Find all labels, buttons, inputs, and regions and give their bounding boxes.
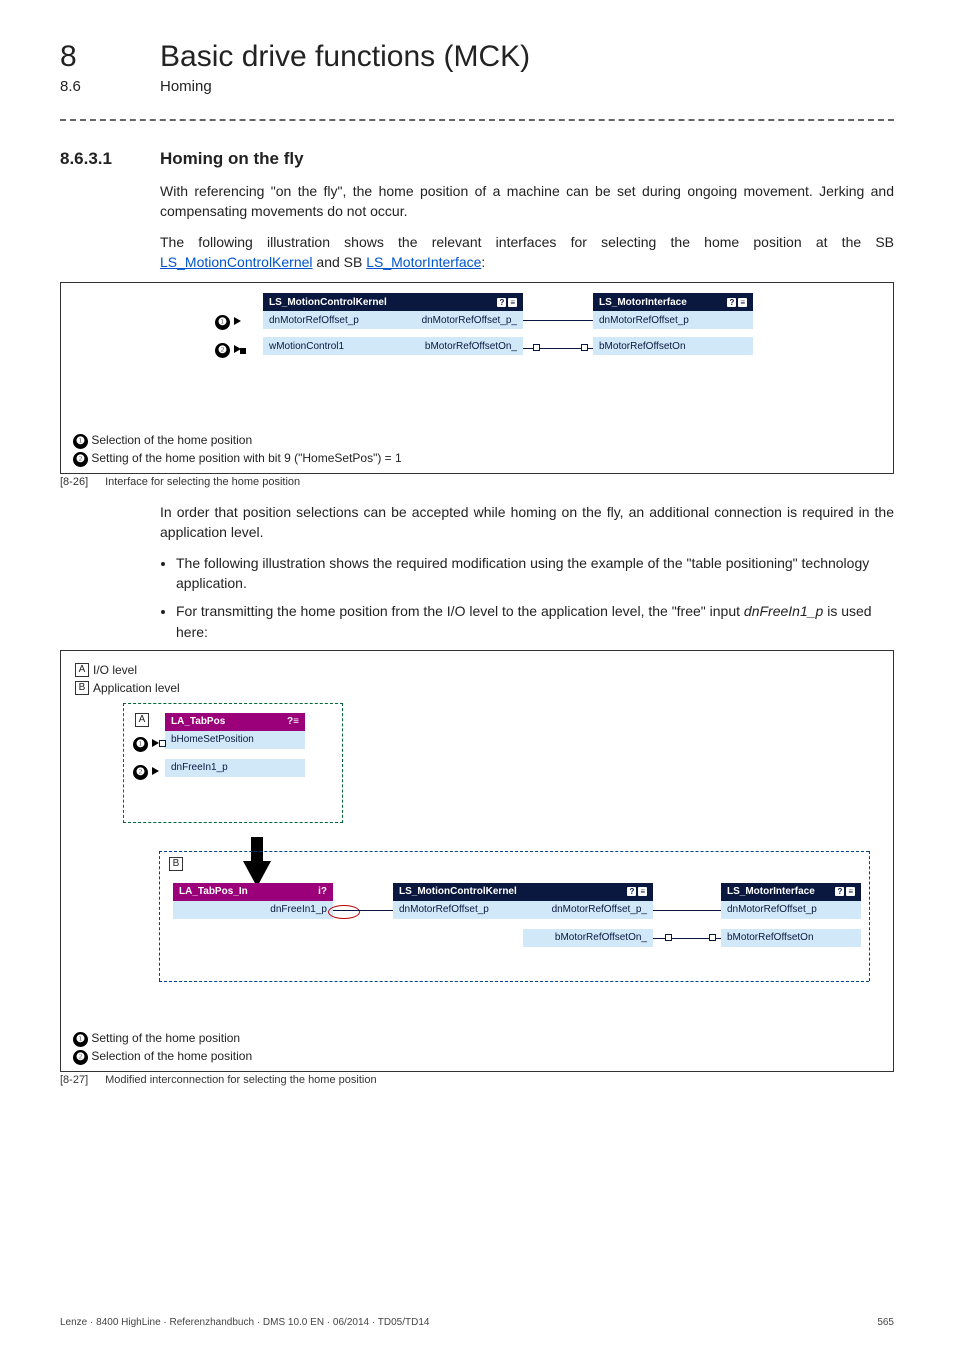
paragraph: The following illustration shows the rel… bbox=[160, 232, 894, 273]
port: dnFreeIn1_p bbox=[165, 759, 305, 777]
badge-2: ❷ bbox=[215, 343, 230, 358]
chapter-title: Basic drive functions (MCK) bbox=[160, 40, 530, 74]
text: The following illustration shows the rel… bbox=[160, 234, 894, 250]
port: dnMotorRefOffset_p bbox=[721, 901, 861, 919]
help-icon: ? bbox=[321, 886, 327, 897]
menu-icon: ≡ bbox=[738, 298, 747, 307]
badge-2: ❷ bbox=[133, 765, 148, 780]
block-title: LA_TabPos_In bbox=[179, 886, 248, 897]
link-ls-motorinterface[interactable]: LS_MotorInterface bbox=[366, 254, 481, 270]
block-la-tabpos-in: LA_TabPos_In i? bbox=[173, 883, 333, 901]
divider bbox=[60, 119, 894, 121]
highlight-oval bbox=[328, 905, 360, 919]
legend-text: Selection of the home position bbox=[91, 1049, 252, 1063]
paragraph: With referencing "on the fly", the home … bbox=[160, 181, 894, 222]
help-icon: ? bbox=[727, 298, 736, 307]
block-title: LS_MotorInterface bbox=[727, 886, 815, 897]
menu-icon: ≡ bbox=[638, 887, 647, 896]
paragraph: In order that position selections can be… bbox=[160, 502, 894, 543]
menu-icon: ≡ bbox=[846, 887, 855, 896]
block-title: LA_TabPos bbox=[171, 716, 225, 727]
list-item: The following illustration shows the req… bbox=[176, 553, 894, 594]
link-ls-motioncontrolkernel[interactable]: LS_MotionControlKernel bbox=[160, 254, 313, 270]
block-ls-motioncontrolkernel: LS_MotionControlKernel ?≡ bbox=[393, 883, 653, 901]
section-title: Homing bbox=[160, 78, 212, 95]
level-a-label: I/O level bbox=[93, 663, 137, 677]
port: bMotorRefOffsetOn_ bbox=[523, 929, 653, 947]
figure-caption: [8-27] Modified interconnection for sele… bbox=[60, 1074, 894, 1086]
port: bMotorRefOffsetOn_ bbox=[393, 337, 523, 355]
block-title: LS_MotorInterface bbox=[599, 297, 687, 308]
chapter-number: 8 bbox=[60, 40, 110, 74]
figure-8-26: ❶ ❷ LS_MotionControlKernel ?≡ dnMotorRef… bbox=[60, 282, 894, 474]
list-item: For transmitting the home position from … bbox=[176, 601, 894, 642]
badge-1: ❶ bbox=[133, 737, 148, 752]
port: dnMotorRefOffset_p_ bbox=[523, 901, 653, 919]
badge-1: ❶ bbox=[215, 315, 230, 330]
caption-tag: [8-26] bbox=[60, 476, 102, 488]
section-number: 8.6 bbox=[60, 78, 110, 95]
port: wMotionControl1 bbox=[263, 337, 393, 355]
port: bHomeSetPosition bbox=[165, 731, 305, 749]
block-ls-motioncontrolkernel: LS_MotionControlKernel ?≡ bbox=[263, 293, 523, 311]
block-title: LS_MotionControlKernel bbox=[269, 297, 387, 308]
level-b-label: Application level bbox=[93, 681, 180, 695]
menu-icon: ≡ bbox=[508, 298, 517, 307]
caption-text: Modified interconnection for selecting t… bbox=[105, 1074, 377, 1086]
subsection-number: 8.6.3.1 bbox=[60, 149, 130, 169]
port: dnFreeIn1_p bbox=[173, 901, 333, 919]
figure-legend: ❶ Selection of the home position ❷ Setti… bbox=[73, 431, 881, 467]
level-a-tag: A bbox=[75, 663, 89, 677]
text-italic: dnFreeIn1_p bbox=[744, 603, 823, 619]
legend-text: Setting of the home position bbox=[91, 1031, 240, 1045]
caption-text: Interface for selecting the home positio… bbox=[105, 476, 300, 488]
block-title: LS_MotionControlKernel bbox=[399, 886, 517, 897]
block-la-tabpos: LA_TabPos ?≡ bbox=[165, 713, 305, 731]
subsection-title: Homing on the fly bbox=[160, 149, 304, 169]
port: dnMotorRefOffset_p bbox=[393, 901, 523, 919]
port: dnMotorRefOffset_p bbox=[263, 311, 393, 329]
help-icon: ? bbox=[627, 887, 636, 896]
help-icon: ? bbox=[497, 298, 506, 307]
port: bMotorRefOffsetOn bbox=[593, 337, 753, 355]
legend-text: Setting of the home position with bit 9 … bbox=[91, 451, 401, 465]
text: and SB bbox=[313, 254, 367, 270]
footer-left: Lenze · 8400 HighLine · Referenzhandbuch… bbox=[60, 1317, 429, 1328]
figure-legend: ❶ Setting of the home position ❷ Selecti… bbox=[73, 1029, 881, 1065]
figure-caption: [8-26] Interface for selecting the home … bbox=[60, 476, 894, 488]
block-ls-motorinterface: LS_MotorInterface ?≡ bbox=[593, 293, 753, 311]
port: bMotorRefOffsetOn bbox=[721, 929, 861, 947]
text: : bbox=[481, 254, 485, 270]
footer-page-number: 565 bbox=[877, 1317, 894, 1328]
menu-icon: ≡ bbox=[293, 716, 299, 727]
block-ls-motorinterface: LS_MotorInterface ?≡ bbox=[721, 883, 861, 901]
port: dnMotorRefOffset_p_ bbox=[393, 311, 523, 329]
level-a-inner-tag: A bbox=[135, 713, 149, 727]
port: dnMotorRefOffset_p bbox=[593, 311, 753, 329]
level-b-tag: B bbox=[75, 681, 89, 695]
figure-8-27: A I/O level B Application level A LA_Tab… bbox=[60, 650, 894, 1072]
level-b-inner-tag: B bbox=[169, 857, 183, 871]
caption-tag: [8-27] bbox=[60, 1074, 102, 1086]
help-icon: ? bbox=[835, 887, 844, 896]
text: For transmitting the home position from … bbox=[176, 603, 744, 619]
legend-text: Selection of the home position bbox=[91, 433, 252, 447]
